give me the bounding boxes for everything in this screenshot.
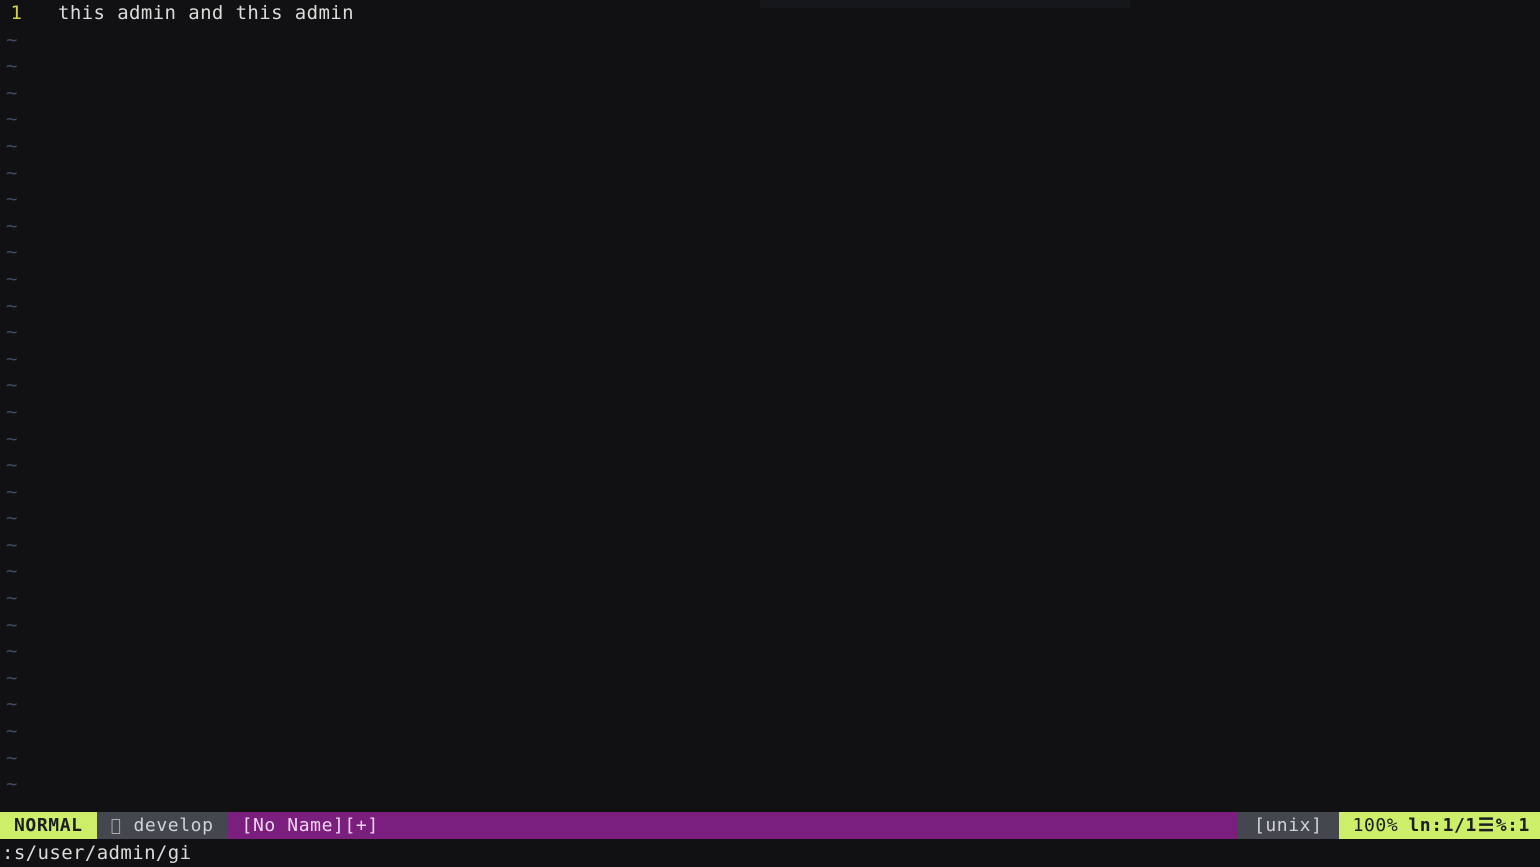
buffer-empty-line: ~ bbox=[0, 638, 1540, 665]
tilde-marker: ~ bbox=[6, 28, 18, 51]
buffer-empty-line: ~ bbox=[0, 771, 1540, 798]
column-icon: ☰ bbox=[1477, 815, 1495, 836]
tilde-marker: ~ bbox=[6, 55, 18, 78]
statusline-progress: 100% bbox=[1352, 815, 1399, 836]
tilde-marker: ~ bbox=[6, 400, 18, 423]
tilde-marker: ~ bbox=[6, 81, 18, 104]
statusline-fileformat: [unix] bbox=[1237, 812, 1339, 839]
buffer-empty-line: ~ bbox=[0, 133, 1540, 160]
buffer-empty-line: ~ bbox=[0, 612, 1540, 639]
buffer-empty-line: ~ bbox=[0, 27, 1540, 54]
tilde-marker: ~ bbox=[6, 347, 18, 370]
tilde-marker: ~ bbox=[6, 454, 18, 477]
tilde-marker: ~ bbox=[6, 746, 18, 769]
buffer-empty-line: ~ bbox=[0, 505, 1540, 532]
tilde-marker: ~ bbox=[6, 693, 18, 716]
tilde-marker: ~ bbox=[6, 720, 18, 743]
buffer-empty-line: ~ bbox=[0, 745, 1540, 772]
tilde-marker: ~ bbox=[6, 640, 18, 663]
statusline-branch-label: develop bbox=[133, 815, 214, 836]
tilde-marker: ~ bbox=[6, 161, 18, 184]
tilde-marker: ~ bbox=[6, 294, 18, 317]
buffer-empty-line: ~ bbox=[0, 293, 1540, 320]
git-branch-icon:  bbox=[110, 815, 122, 836]
buffer-empty-line: ~ bbox=[0, 479, 1540, 506]
buffer-empty-line: ~ bbox=[0, 691, 1540, 718]
tilde-marker: ~ bbox=[6, 587, 18, 610]
buffer-empty-line: ~ bbox=[0, 319, 1540, 346]
buffer-empty-line: ~ bbox=[0, 266, 1540, 293]
buffer-empty-line: ~ bbox=[0, 665, 1540, 692]
buffer-empty-line: ~ bbox=[0, 80, 1540, 107]
tilde-marker: ~ bbox=[6, 321, 18, 344]
tilde-marker: ~ bbox=[6, 188, 18, 211]
statusline-branch:  develop bbox=[96, 812, 228, 839]
tilde-marker: ~ bbox=[6, 773, 18, 796]
tilde-marker: ~ bbox=[6, 533, 18, 556]
tilde-marker: ~ bbox=[6, 560, 18, 583]
statusline-location: ln :1/1 ☰ %:1 bbox=[1408, 815, 1530, 836]
tilde-marker: ~ bbox=[6, 241, 18, 264]
line-text: this admin and this admin bbox=[58, 2, 354, 24]
line-number: 1 bbox=[10, 2, 22, 24]
buffer-empty-line: ~ bbox=[0, 532, 1540, 559]
command-line[interactable]: :s/user/admin/gi bbox=[0, 839, 1540, 867]
tilde-marker: ~ bbox=[6, 666, 18, 689]
buffer-empty-line: ~ bbox=[0, 452, 1540, 479]
statusline-filename: [No Name][+] bbox=[227, 812, 1238, 839]
buffer-empty-line: ~ bbox=[0, 213, 1540, 240]
buffer-empty-line: ~ bbox=[0, 558, 1540, 585]
tilde-marker: ~ bbox=[6, 507, 18, 530]
buffer-empty-line: ~ bbox=[0, 372, 1540, 399]
buffer-line[interactable]: 1 this admin and this admin bbox=[0, 0, 1540, 27]
tilde-marker: ~ bbox=[6, 134, 18, 157]
statusline: NORMAL  develop [No Name][+] [unix] 100… bbox=[0, 812, 1540, 839]
buffer-empty-line: ~ bbox=[0, 718, 1540, 745]
statusline-location-label: ln bbox=[1408, 815, 1432, 836]
tilde-marker: ~ bbox=[6, 374, 18, 397]
tilde-marker: ~ bbox=[6, 427, 18, 450]
buffer-empty-line: ~ bbox=[0, 346, 1540, 373]
editor-buffer[interactable]: 1 this admin and this admin ~ ~ ~ ~ ~ ~ ~ ~ ~ ~ ~ ~ ~ ~… bbox=[0, 0, 1540, 812]
buffer-empty-line: ~ bbox=[0, 426, 1540, 453]
buffer-empty-line: ~ bbox=[0, 106, 1540, 133]
buffer-empty-line: ~ bbox=[0, 160, 1540, 187]
tilde-marker: ~ bbox=[6, 214, 18, 237]
tilde-marker: ~ bbox=[6, 267, 18, 290]
buffer-empty-line: ~ bbox=[0, 585, 1540, 612]
buffer-empty-line: ~ bbox=[0, 399, 1540, 426]
statusline-location-value: :1/1 bbox=[1431, 815, 1477, 836]
statusline-column-value: %:1 bbox=[1495, 815, 1530, 836]
tilde-marker: ~ bbox=[6, 613, 18, 636]
statusline-position: 100% ln :1/1 ☰ %:1 bbox=[1338, 812, 1540, 839]
statusline-mode: NORMAL bbox=[0, 812, 97, 839]
neovim-editor: 1 this admin and this admin ~ ~ ~ ~ ~ ~ ~ ~ ~ ~ ~ ~ ~ ~… bbox=[0, 0, 1540, 867]
tilde-marker: ~ bbox=[6, 108, 18, 131]
buffer-empty-line: ~ bbox=[0, 53, 1540, 80]
tilde-marker: ~ bbox=[6, 480, 18, 503]
buffer-empty-line: ~ bbox=[0, 239, 1540, 266]
buffer-empty-line: ~ bbox=[0, 186, 1540, 213]
